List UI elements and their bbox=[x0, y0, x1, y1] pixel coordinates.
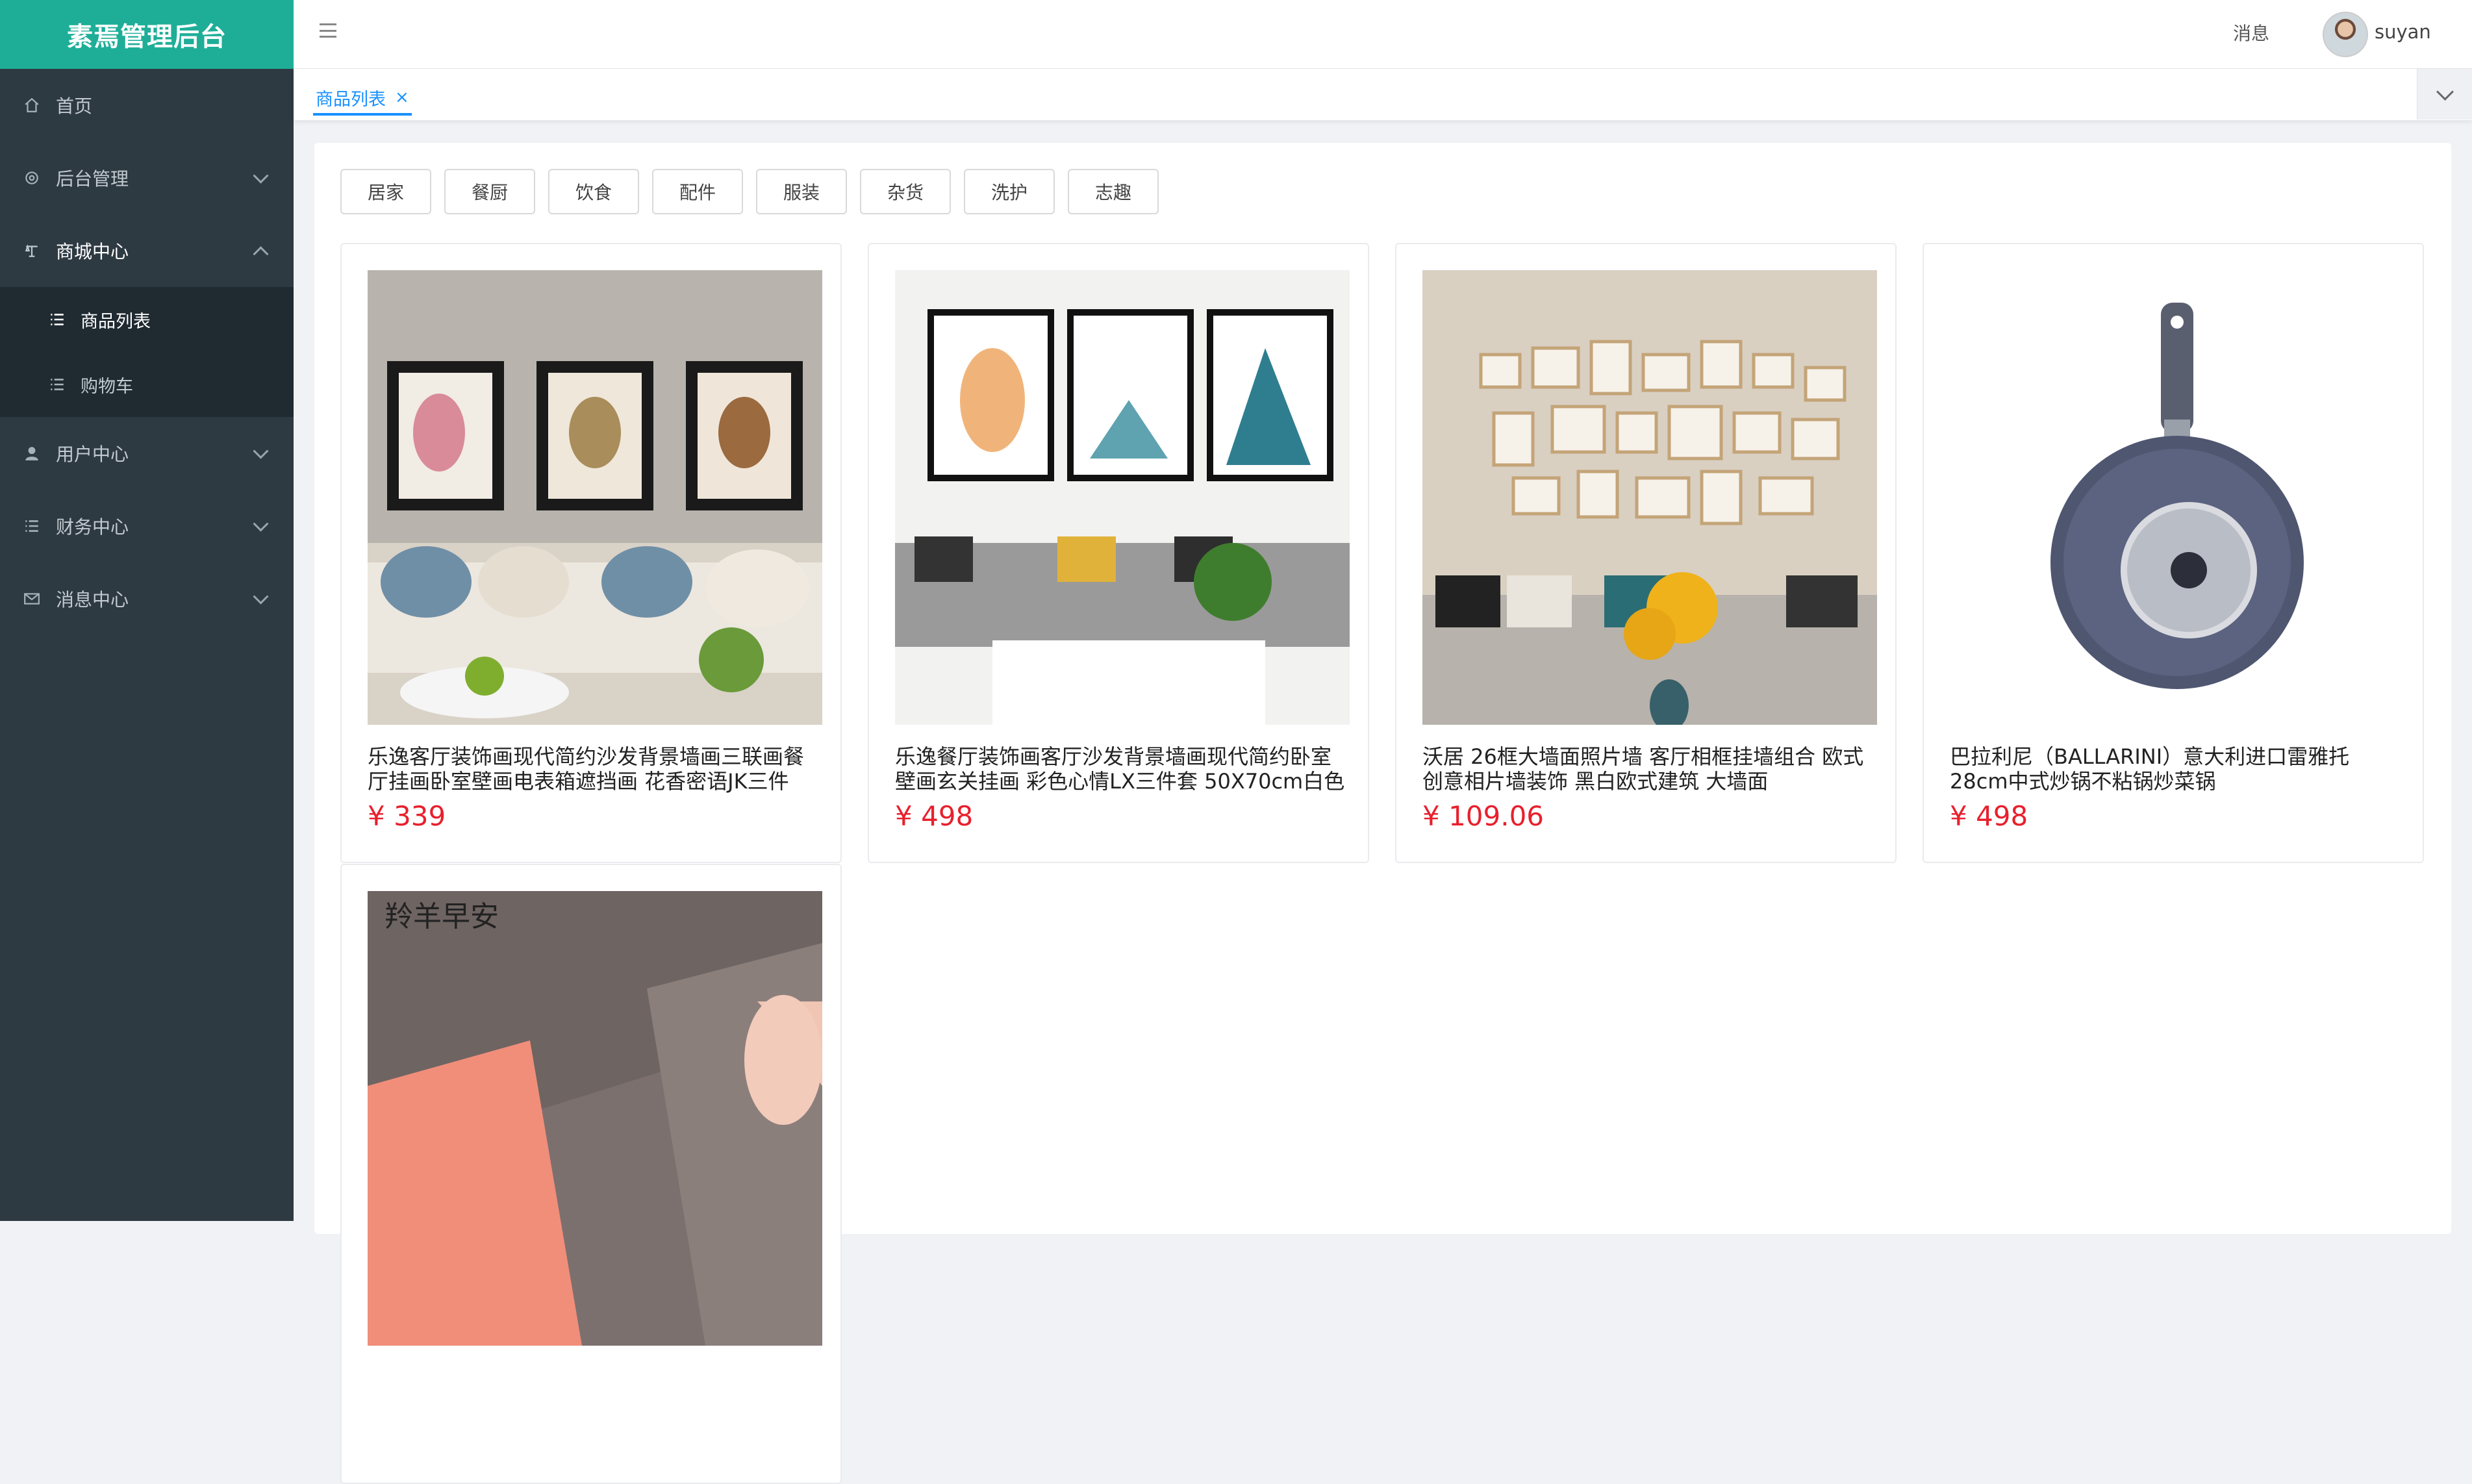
close-icon[interactable]: × bbox=[395, 88, 409, 107]
sidebar-item-product-list[interactable]: 商品列表 bbox=[0, 287, 294, 352]
sidebar-item-label: 商品列表 bbox=[81, 311, 151, 332]
category-button[interactable]: 杂货 bbox=[860, 169, 951, 214]
category-button[interactable]: 服装 bbox=[756, 169, 847, 214]
product-price: ¥ 498 bbox=[1950, 800, 2028, 832]
top-header: 消息 suyan bbox=[294, 0, 2472, 69]
sidebar-item-mall[interactable]: 商城中心 bbox=[0, 214, 294, 287]
product-image[interactable]: 羚羊早安 bbox=[368, 891, 822, 1346]
mail-icon bbox=[22, 589, 42, 609]
gear-icon bbox=[22, 168, 42, 188]
product-title[interactable]: 巴拉利尼（BALLARINI）意大利进口雷雅托28cm中式炒锅不粘锅炒菜锅 bbox=[1950, 744, 2404, 794]
product-image[interactable] bbox=[1422, 270, 1877, 725]
product-brand-mark: 羚羊早安 bbox=[385, 900, 499, 933]
product-card[interactable]: 巴拉利尼（BALLARINI）意大利进口雷雅托28cm中式炒锅不粘锅炒菜锅 ¥ … bbox=[1923, 243, 2424, 863]
sidebar-item-admin[interactable]: 后台管理 bbox=[0, 142, 294, 214]
tab-menu-chevron-icon[interactable] bbox=[2417, 69, 2472, 119]
sidebar-item-finance[interactable]: 财务中心 bbox=[0, 490, 294, 562]
sidebar-item-label: 商城中心 bbox=[56, 241, 129, 262]
user-icon bbox=[22, 444, 42, 463]
product-card[interactable]: 羚羊早安 bbox=[340, 864, 842, 1484]
category-button[interactable]: 餐厨 bbox=[444, 169, 535, 214]
product-card[interactable]: 沃居 26框大墙面照片墙 客厅相框挂墙组合 欧式创意相片墙装饰 黑白欧式建筑 大… bbox=[1395, 243, 1897, 863]
menu-toggle-icon[interactable] bbox=[320, 23, 336, 38]
product-image[interactable] bbox=[1950, 270, 2404, 725]
tab-label: 商品列表 bbox=[316, 89, 386, 110]
product-title[interactable]: 乐逸客厅装饰画现代简约沙发背景墙画三联画餐厅挂画卧室壁画电表箱遮挡画 花香密语J… bbox=[368, 744, 822, 794]
chevron-down-icon bbox=[253, 516, 269, 532]
product-card[interactable]: 乐逸餐厅装饰画客厅沙发背景墙画现代简约卧室壁画玄关挂画 彩色心情LX三件套 50… bbox=[868, 243, 1369, 863]
sidebar-item-label: 用户中心 bbox=[56, 444, 129, 465]
sidebar-item-label: 财务中心 bbox=[56, 516, 129, 538]
app-logo-title: 素焉管理后台 bbox=[0, 0, 294, 69]
tab-bar: 商品列表 × bbox=[294, 69, 2472, 121]
product-image[interactable] bbox=[895, 270, 1350, 725]
sidebar-item-user-center[interactable]: 用户中心 bbox=[0, 417, 294, 490]
category-button[interactable]: 饮食 bbox=[548, 169, 639, 214]
list-icon bbox=[48, 310, 66, 329]
category-button[interactable]: 配件 bbox=[652, 169, 743, 214]
product-price: ¥ 109.06 bbox=[1422, 800, 1545, 832]
home-icon bbox=[22, 95, 42, 115]
submenu-mall: 商品列表 购物车 bbox=[0, 287, 294, 417]
product-title[interactable]: 乐逸餐厅装饰画客厅沙发背景墙画现代简约卧室壁画玄关挂画 彩色心情LX三件套 50… bbox=[895, 744, 1350, 794]
category-filter: 居家 餐厨 饮食 配件 服装 杂货 洗护 志趣 bbox=[340, 169, 1172, 214]
product-price: ¥ 498 bbox=[895, 800, 974, 832]
sidebar-item-cart[interactable]: 购物车 bbox=[0, 352, 294, 417]
product-image[interactable] bbox=[368, 270, 822, 725]
chevron-down-icon bbox=[253, 443, 269, 459]
username[interactable]: suyan bbox=[2375, 21, 2431, 43]
product-card[interactable]: 乐逸客厅装饰画现代简约沙发背景墙画三联画餐厅挂画卧室壁画电表箱遮挡画 花香密语J… bbox=[340, 243, 842, 863]
sidebar-item-label: 消息中心 bbox=[56, 589, 129, 610]
sidebar-item-label: 购物车 bbox=[81, 376, 133, 397]
sidebar-item-home[interactable]: 首页 bbox=[0, 69, 294, 142]
sidebar: 素焉管理后台 首页 后台管理 商城中心 商品列表 购物车 用户中心 财务中心 消… bbox=[0, 0, 294, 1221]
product-price: ¥ 339 bbox=[368, 800, 446, 832]
sidebar-item-label: 后台管理 bbox=[56, 168, 129, 190]
sidebar-item-messages[interactable]: 消息中心 bbox=[0, 562, 294, 635]
category-button[interactable]: 志趣 bbox=[1068, 169, 1159, 214]
list-icon bbox=[48, 375, 66, 394]
category-button[interactable]: 洗护 bbox=[964, 169, 1055, 214]
category-button[interactable]: 居家 bbox=[340, 169, 431, 214]
chevron-down-icon bbox=[253, 168, 269, 184]
shop-icon bbox=[22, 241, 42, 260]
main-content: 居家 餐厨 饮食 配件 服装 杂货 洗护 志趣 乐逸客厅装饰画现代简约沙发背景墙… bbox=[314, 143, 2451, 1484]
chevron-down-icon bbox=[253, 588, 269, 605]
messages-link[interactable]: 消息 bbox=[2233, 19, 2269, 45]
list-icon bbox=[22, 516, 42, 536]
sidebar-item-label: 首页 bbox=[56, 95, 93, 117]
tab-product-list[interactable]: 商品列表 × bbox=[313, 82, 412, 116]
avatar[interactable] bbox=[2323, 12, 2368, 57]
chevron-up-icon bbox=[253, 246, 269, 262]
product-title[interactable]: 沃居 26框大墙面照片墙 客厅相框挂墙组合 欧式创意相片墙装饰 黑白欧式建筑 大… bbox=[1422, 744, 1877, 794]
